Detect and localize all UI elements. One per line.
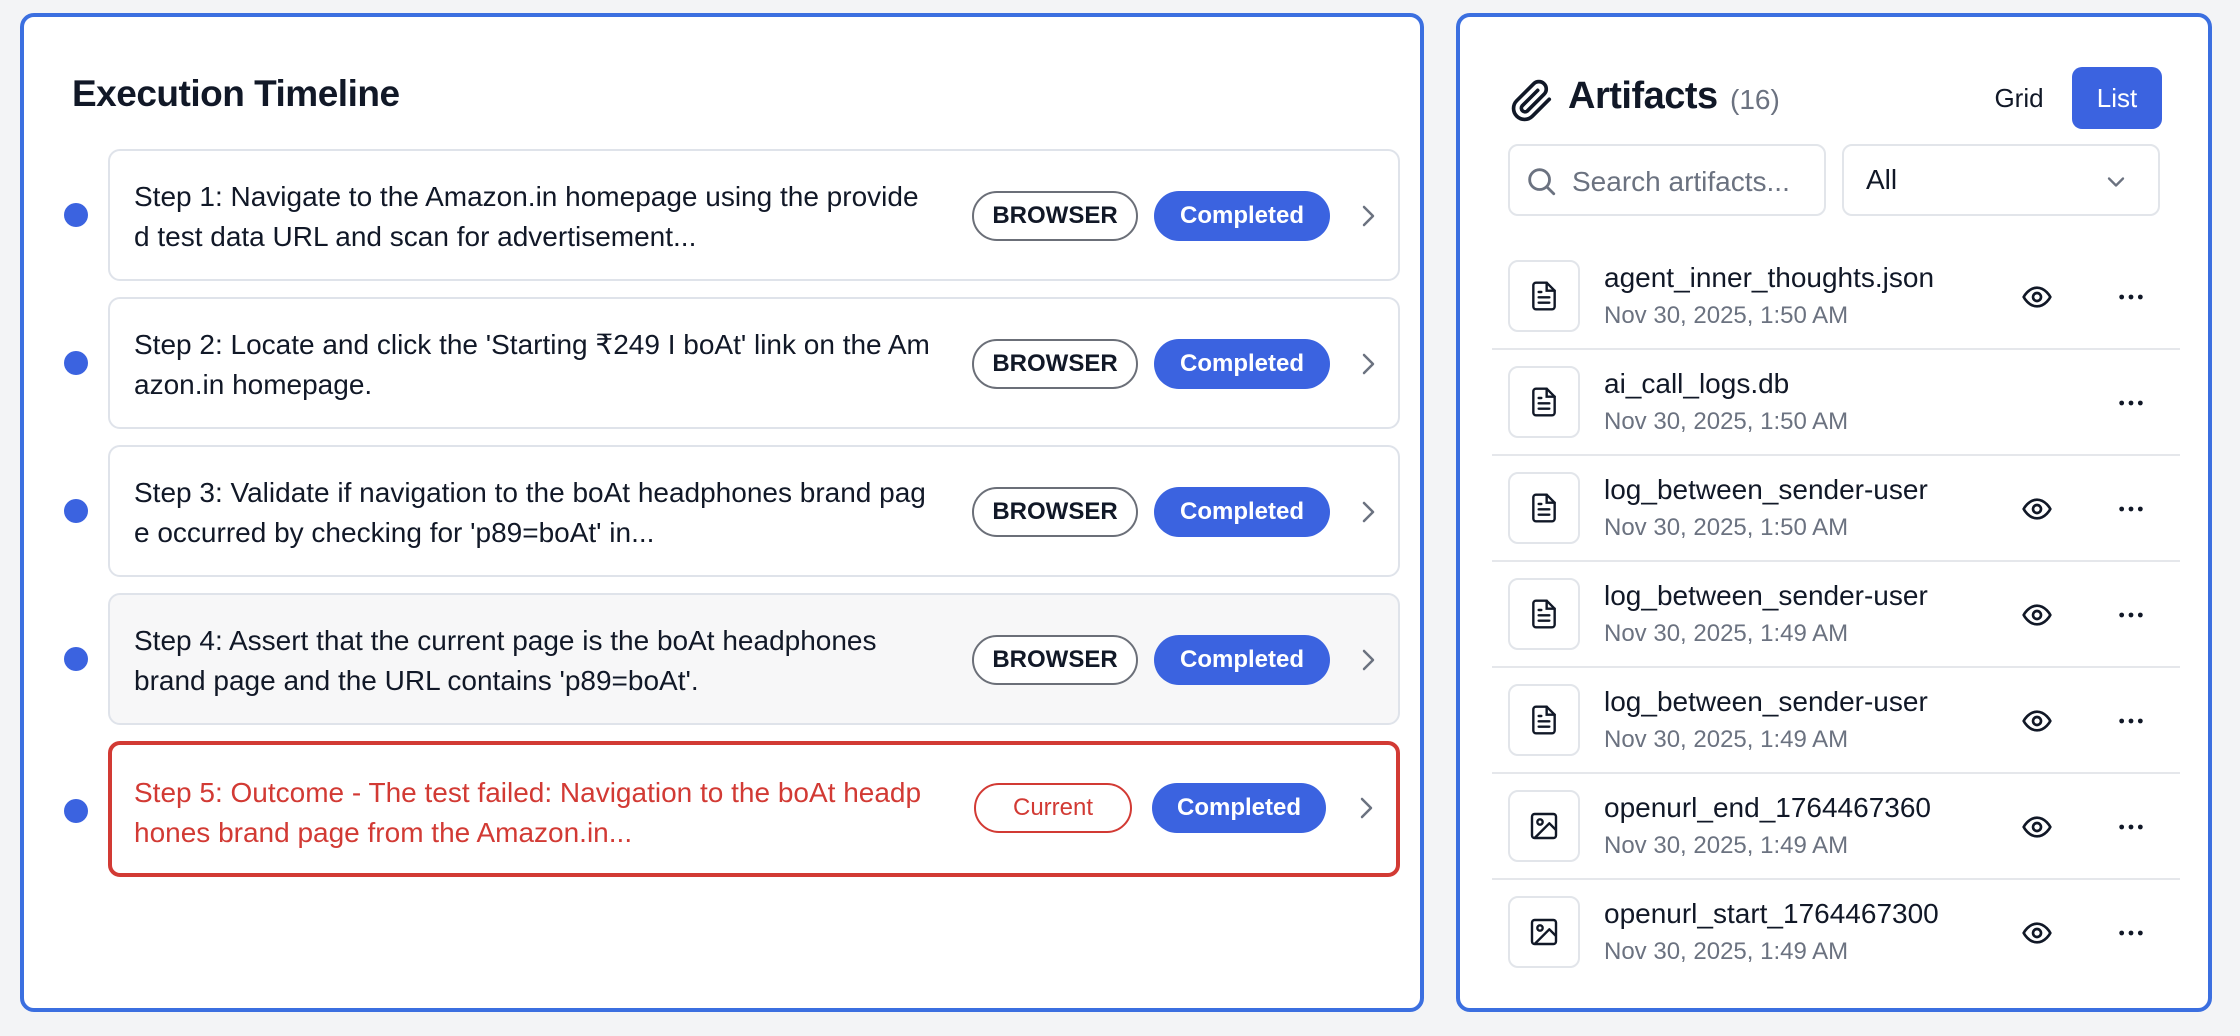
artifact-item[interactable]: log_between_sender-user Nov 30, 2025, 1:… (1492, 668, 2180, 774)
eye-icon[interactable] (2018, 278, 2056, 316)
chevron-right-icon[interactable] (1352, 793, 1382, 823)
image-icon (1508, 896, 1580, 968)
timeline-step-5: Step 5: Outcome - The test failed: Navig… (52, 741, 1402, 877)
step-card[interactable]: Step 1: Navigate to the Amazon.in homepa… (108, 149, 1400, 281)
eye-icon[interactable] (2018, 914, 2056, 952)
search-icon (1524, 164, 1558, 198)
more-options-icon[interactable] (2112, 384, 2150, 422)
timeline-step-4: Step 4: Assert that the current page is … (52, 593, 1402, 725)
timeline-step-2: Step 2: Locate and click the 'Starting ₹… (52, 297, 1402, 429)
step-dot (64, 203, 88, 227)
eye-icon[interactable] (2018, 596, 2056, 634)
step-status-badge: Completed (1154, 487, 1330, 537)
step-status-badge: Completed (1152, 783, 1326, 833)
step-dot (64, 799, 88, 823)
timeline-title: Execution Timeline (72, 73, 400, 114)
more-options-icon[interactable] (2112, 490, 2150, 528)
list-view-button[interactable]: List (2072, 67, 2162, 129)
file-text-icon (1508, 366, 1580, 438)
artifact-name: log_between_sender-user (1604, 580, 1928, 611)
step-description: Step 5: Outcome - The test failed: Navig… (134, 777, 922, 848)
artifact-date: Nov 30, 2025, 1:50 AM (1604, 408, 1849, 435)
step-current-badge: Current (974, 783, 1132, 833)
step-type-badge: BROWSER (972, 191, 1138, 241)
artifact-name: openurl_start_1764467300 (1604, 898, 1939, 929)
chevron-right-icon[interactable] (1354, 201, 1384, 231)
step-status-badge: Completed (1154, 191, 1330, 241)
artifact-item[interactable]: openurl_start_1764467300 Nov 30, 2025, 1… (1492, 880, 2180, 974)
timeline-step-3: Step 3: Validate if navigation to the bo… (52, 445, 1402, 577)
chevron-right-icon[interactable] (1354, 349, 1384, 379)
artifacts-count: (16) (1730, 84, 1780, 115)
artifacts-panel: Artifacts (16) Grid List All agent_inner… (1456, 13, 2212, 1012)
more-options-icon[interactable] (2112, 914, 2150, 952)
search-field[interactable] (1508, 144, 1826, 216)
artifact-item[interactable]: log_between_sender-user Nov 30, 2025, 1:… (1492, 456, 2180, 562)
step-description: Step 1: Navigate to the Amazon.in homepa… (134, 181, 919, 252)
step-dot (64, 647, 88, 671)
step-status-badge: Completed (1154, 635, 1330, 685)
artifact-date: Nov 30, 2025, 1:49 AM (1604, 726, 1849, 753)
step-dot (64, 351, 88, 375)
artifact-item[interactable]: openurl_end_1764467360 Nov 30, 2025, 1:4… (1492, 774, 2180, 880)
step-description: Step 4: Assert that the current page is … (134, 625, 877, 696)
more-options-icon[interactable] (2112, 278, 2150, 316)
timeline-step-1: Step 1: Navigate to the Amazon.in homepa… (52, 149, 1402, 281)
artifact-name: openurl_end_1764467360 (1604, 792, 1931, 823)
more-options-icon[interactable] (2112, 702, 2150, 740)
artifact-date: Nov 30, 2025, 1:49 AM (1604, 938, 1849, 965)
execution-timeline-panel: Execution Timeline Step 1: Navigate to t… (20, 13, 1424, 1012)
step-type-badge: BROWSER (972, 635, 1138, 685)
filter-selected-value: All (1866, 164, 1898, 195)
file-text-icon (1508, 260, 1580, 332)
artifact-name: ai_call_logs.db (1604, 368, 1790, 399)
artifact-date: Nov 30, 2025, 1:50 AM (1604, 302, 1849, 329)
step-type-badge: BROWSER (972, 339, 1138, 389)
file-text-icon (1508, 472, 1580, 544)
eye-icon[interactable] (2018, 702, 2056, 740)
artifact-item[interactable]: ai_call_logs.db Nov 30, 2025, 1:50 AM (1492, 350, 2180, 456)
step-status-badge: Completed (1154, 339, 1330, 389)
step-card[interactable]: Step 4: Assert that the current page is … (108, 593, 1400, 725)
search-input[interactable] (1572, 164, 1818, 200)
step-description: Step 2: Locate and click the 'Starting ₹… (134, 329, 930, 400)
eye-icon[interactable] (2018, 490, 2056, 528)
artifact-date: Nov 30, 2025, 1:49 AM (1604, 832, 1849, 859)
artifact-date: Nov 30, 2025, 1:49 AM (1604, 620, 1849, 647)
more-options-icon[interactable] (2112, 808, 2150, 846)
artifact-name: log_between_sender-user (1604, 474, 1928, 505)
step-card[interactable]: Step 2: Locate and click the 'Starting ₹… (108, 297, 1400, 429)
artifact-type-filter[interactable]: All (1842, 144, 2160, 216)
artifact-name: agent_inner_thoughts.json (1604, 262, 1935, 293)
artifacts-title: Artifacts (1568, 75, 1718, 117)
step-card[interactable]: Step 3: Validate if navigation to the bo… (108, 445, 1400, 577)
step-type-badge: BROWSER (972, 487, 1138, 537)
step-dot (64, 499, 88, 523)
chevron-right-icon[interactable] (1354, 497, 1384, 527)
artifact-item[interactable]: agent_inner_thoughts.json Nov 30, 2025, … (1492, 244, 2180, 350)
image-icon (1508, 790, 1580, 862)
chevron-down-icon (2102, 168, 2130, 196)
artifact-item[interactable]: log_between_sender-user Nov 30, 2025, 1:… (1492, 562, 2180, 668)
file-text-icon (1508, 578, 1580, 650)
step-card-current[interactable]: Step 5: Outcome - The test failed: Navig… (108, 741, 1400, 877)
eye-icon[interactable] (2018, 808, 2056, 846)
paperclip-icon (1510, 79, 1554, 123)
more-options-icon[interactable] (2112, 596, 2150, 634)
artifact-list[interactable]: agent_inner_thoughts.json Nov 30, 2025, … (1492, 244, 2180, 974)
artifact-date: Nov 30, 2025, 1:50 AM (1604, 514, 1849, 541)
step-description: Step 3: Validate if navigation to the bo… (134, 477, 926, 548)
artifact-name: log_between_sender-user (1604, 686, 1928, 717)
file-text-icon (1508, 684, 1580, 756)
chevron-right-icon[interactable] (1354, 645, 1384, 675)
grid-view-button[interactable]: Grid (1972, 67, 2066, 129)
